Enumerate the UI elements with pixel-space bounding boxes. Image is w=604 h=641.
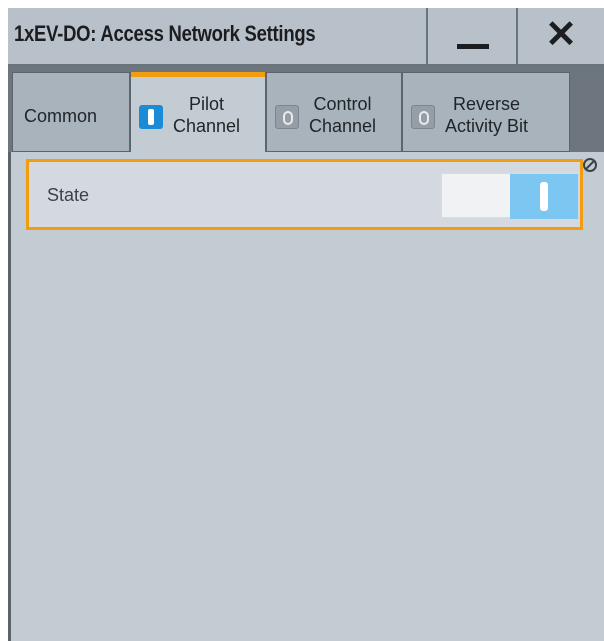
tab-label-line1: Reverse (452, 94, 521, 114)
minimize-icon (457, 44, 489, 49)
state-toggle[interactable] (441, 173, 578, 219)
tab-label-line1: Pilot (189, 94, 225, 114)
active-tab-indicator (131, 72, 265, 77)
panel-edge (8, 152, 11, 641)
tab-content-panel: State (8, 152, 604, 641)
tab-reverse-activity-bit[interactable]: Reverse Activity Bit (402, 72, 570, 152)
title-bar: 1xEV-DO: Access Network Settings ✕ (8, 8, 604, 66)
tab-bar: Common Pilot Channel Control Channel Rev… (8, 66, 604, 152)
tab-label-line2: Activity Bit (445, 116, 529, 136)
tab-label-line2: Channel (173, 116, 241, 136)
tab-label: Reverse Activity Bit (445, 93, 528, 137)
tab-pilot-channel[interactable]: Pilot Channel (130, 72, 266, 152)
tab-label-line1: Control (313, 94, 372, 114)
dialog-title: 1xEV-DO: Access Network Settings (14, 21, 316, 46)
tab-common[interactable]: Common (12, 72, 130, 152)
toggle-on-knob (510, 174, 578, 219)
minimize-button[interactable] (426, 8, 516, 64)
no-entry-icon (583, 158, 597, 172)
close-icon: ✕ (545, 14, 577, 56)
state-label: State (47, 185, 90, 205)
pilot-channel-checkbox[interactable] (139, 105, 163, 129)
dialog-window: 1xEV-DO: Access Network Settings ✕ Commo… (8, 8, 604, 641)
close-button[interactable]: ✕ (516, 8, 604, 64)
tab-label-line2: Channel (309, 116, 377, 136)
control-channel-checkbox[interactable] (275, 105, 299, 129)
tab-label: Pilot Channel (173, 93, 240, 137)
reverse-activity-bit-checkbox[interactable] (411, 105, 435, 129)
tab-label: Control Channel (309, 93, 376, 137)
tab-control-channel[interactable]: Control Channel (266, 72, 402, 152)
tab-label: Common (24, 106, 98, 126)
state-row[interactable]: State (26, 159, 583, 230)
